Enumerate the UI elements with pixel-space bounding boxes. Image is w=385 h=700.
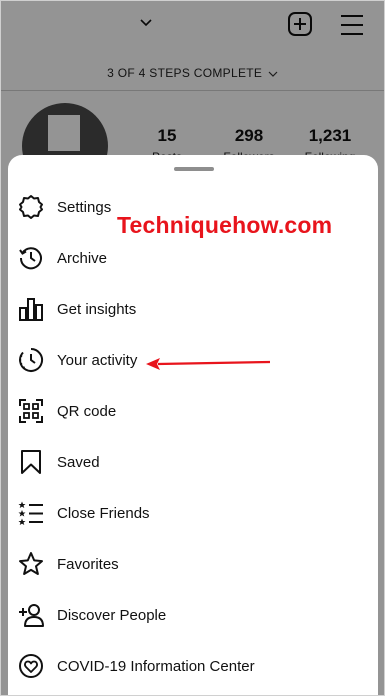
menu-item-label: Settings bbox=[57, 198, 112, 216]
menu-item-label: Your activity bbox=[57, 351, 138, 369]
menu-item-label: COVID-19 Information Center bbox=[57, 657, 255, 675]
menu-item-label: Favorites bbox=[57, 555, 119, 573]
menu-item-label: Saved bbox=[57, 453, 100, 471]
activity-clock-icon bbox=[19, 347, 44, 372]
menu-item-label: Close Friends bbox=[57, 504, 150, 522]
add-person-icon bbox=[19, 604, 44, 627]
qr-code-icon bbox=[19, 399, 43, 423]
sheet-drag-handle[interactable] bbox=[174, 167, 214, 171]
covid-heart-icon bbox=[19, 654, 43, 678]
menu-item-get-insights[interactable]: Get insights bbox=[8, 287, 378, 331]
site-watermark: Techniquehow.com bbox=[117, 212, 333, 238]
annotation-arrow bbox=[146, 358, 271, 370]
menu-item-label: Archive bbox=[57, 249, 108, 267]
insights-bar-chart-icon bbox=[19, 298, 43, 321]
menu-item-covid-info-center[interactable]: COVID-19 Information Center bbox=[8, 644, 378, 688]
close-friends-list-icon bbox=[18, 501, 43, 525]
menu-item-qr-code[interactable]: QR code bbox=[8, 389, 378, 433]
star-icon bbox=[19, 552, 43, 575]
menu-item-saved[interactable]: Saved bbox=[8, 440, 378, 484]
menu-item-favorites[interactable]: Favorites bbox=[8, 542, 378, 586]
bookmark-icon bbox=[21, 450, 41, 474]
menu-item-archive[interactable]: Archive bbox=[8, 236, 378, 280]
menu-item-discover-people[interactable]: Discover People bbox=[8, 593, 378, 637]
settings-gear-icon bbox=[19, 195, 43, 219]
menu-item-close-friends[interactable]: Close Friends bbox=[8, 491, 378, 535]
menu-item-label: QR code bbox=[57, 402, 117, 420]
menu-item-label: Get insights bbox=[57, 300, 137, 318]
menu-item-label: Discover People bbox=[57, 606, 167, 624]
archive-clock-icon bbox=[19, 247, 42, 270]
